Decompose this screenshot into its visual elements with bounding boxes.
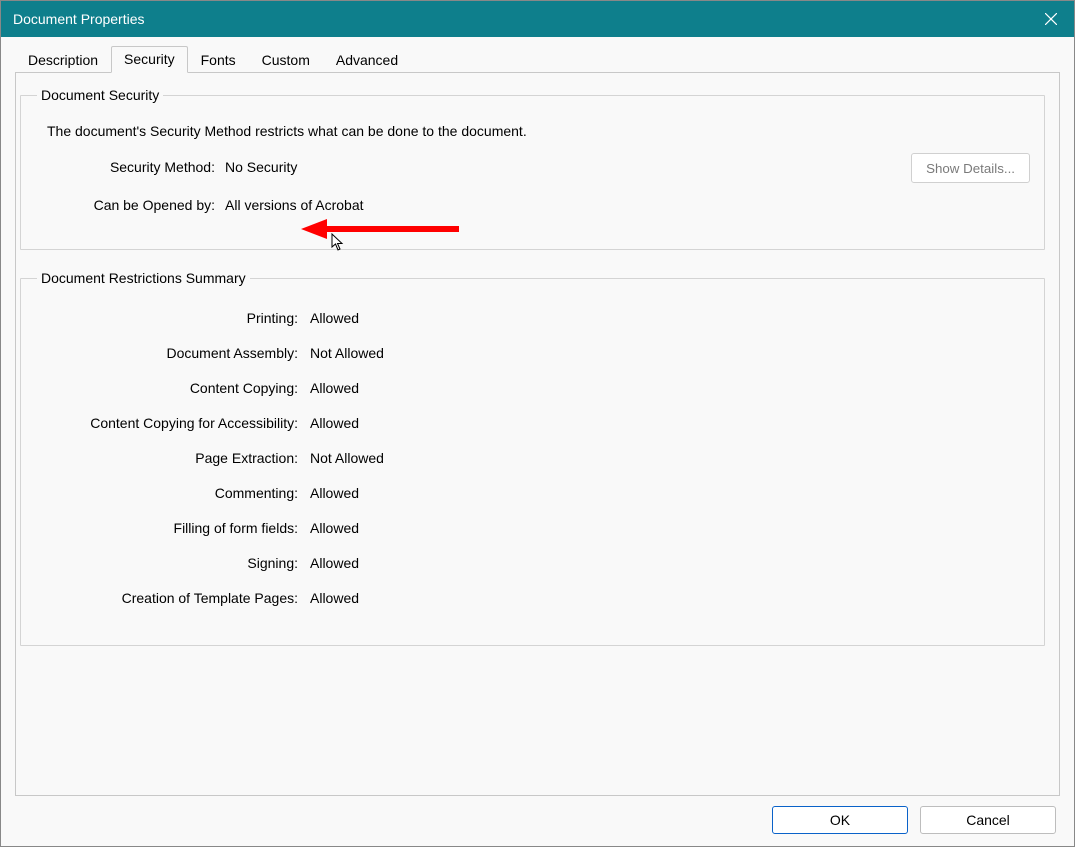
window-title: Document Properties (13, 11, 145, 27)
close-button[interactable] (1028, 1, 1074, 37)
restrict-value-printing: Allowed (310, 310, 359, 326)
value-can-be-opened: All versions of Acrobat (225, 197, 364, 213)
restrict-label-template: Creation of Template Pages: (35, 590, 310, 606)
restrict-label-signing: Signing: (35, 555, 310, 571)
client-area: Description Security Fonts Custom Advanc… (1, 37, 1074, 846)
tab-description[interactable]: Description (15, 47, 111, 73)
group-title-security: Document Security (37, 87, 163, 103)
group-title-restrictions: Document Restrictions Summary (37, 270, 250, 286)
title-bar: Document Properties (1, 1, 1074, 37)
dialog-footer: OK Cancel (15, 796, 1060, 834)
restrict-value-extraction: Not Allowed (310, 450, 384, 466)
restrict-label-commenting: Commenting: (35, 485, 310, 501)
show-details-button[interactable]: Show Details... (911, 153, 1030, 183)
row-can-be-opened: Can be Opened by: All versions of Acroba… (35, 197, 1030, 213)
tab-custom[interactable]: Custom (249, 47, 323, 73)
restrict-row: Page Extraction: Not Allowed (35, 440, 1030, 475)
restrict-row: Content Copying for Accessibility: Allow… (35, 405, 1030, 440)
restrict-value-accessibility: Allowed (310, 415, 359, 431)
restrict-label-form-fields: Filling of form fields: (35, 520, 310, 536)
tab-fonts[interactable]: Fonts (188, 47, 249, 73)
ok-button[interactable]: OK (772, 806, 908, 834)
restrict-value-template: Allowed (310, 590, 359, 606)
group-document-security: Document Security The document's Securit… (20, 87, 1045, 250)
tab-strip: Description Security Fonts Custom Advanc… (15, 47, 1060, 73)
security-description: The document's Security Method restricts… (47, 123, 1030, 139)
restrict-row: Signing: Allowed (35, 545, 1030, 580)
dialog-window: Document Properties Description Security… (0, 0, 1075, 847)
restrict-row: Content Copying: Allowed (35, 370, 1030, 405)
cursor-icon (331, 233, 349, 251)
row-security-method: Security Method: No Security (35, 159, 1030, 175)
restrict-row: Filling of form fields: Allowed (35, 510, 1030, 545)
restrict-value-commenting: Allowed (310, 485, 359, 501)
tab-security[interactable]: Security (111, 46, 188, 73)
label-can-be-opened: Can be Opened by: (35, 197, 225, 213)
restrict-label-copying: Content Copying: (35, 380, 310, 396)
cancel-button[interactable]: Cancel (920, 806, 1056, 834)
close-icon (1045, 13, 1057, 25)
tab-advanced[interactable]: Advanced (323, 47, 411, 73)
restrict-value-copying: Allowed (310, 380, 359, 396)
group-restrictions: Document Restrictions Summary Printing: … (20, 270, 1045, 646)
restrict-value-signing: Allowed (310, 555, 359, 571)
label-security-method: Security Method: (35, 159, 225, 175)
restrict-value-assembly: Not Allowed (310, 345, 384, 361)
restrict-row: Printing: Allowed (35, 300, 1030, 335)
restrict-label-printing: Printing: (35, 310, 310, 326)
tab-panel-security: Document Security The document's Securit… (15, 72, 1060, 796)
restrict-label-extraction: Page Extraction: (35, 450, 310, 466)
arrow-head-icon (301, 219, 327, 239)
value-security-method: No Security (225, 159, 297, 175)
restrict-label-accessibility: Content Copying for Accessibility: (35, 415, 310, 431)
arrow-line-icon (325, 226, 459, 232)
restrict-label-assembly: Document Assembly: (35, 345, 310, 361)
restrict-row: Document Assembly: Not Allowed (35, 335, 1030, 370)
restrict-value-form-fields: Allowed (310, 520, 359, 536)
restrict-row: Commenting: Allowed (35, 475, 1030, 510)
restrict-row: Creation of Template Pages: Allowed (35, 580, 1030, 615)
